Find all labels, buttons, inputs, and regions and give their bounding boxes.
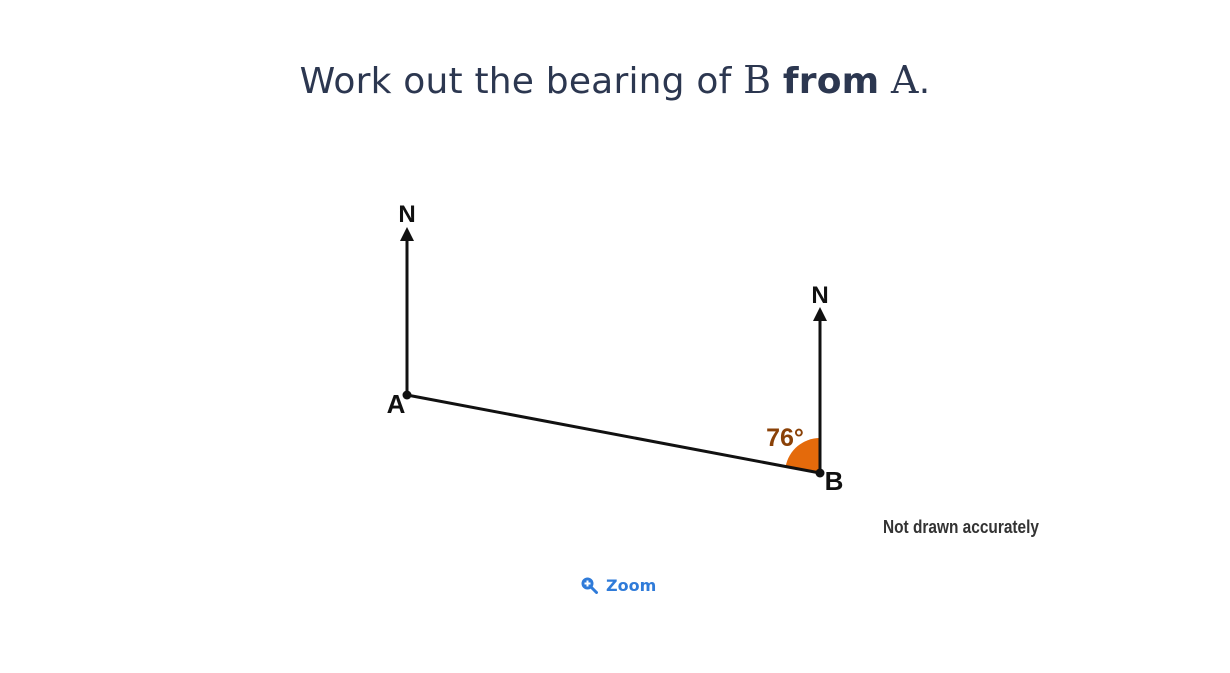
zoom-label: Zoom <box>606 575 657 595</box>
not-drawn-accurately-note: Not drawn accurately <box>883 517 1039 537</box>
north-label-b: N <box>811 282 828 309</box>
point-b-label: B <box>825 466 844 496</box>
point-b-dot <box>815 468 825 478</box>
point-a-label: A <box>387 389 406 419</box>
north-arrow-b-icon <box>813 307 827 321</box>
north-arrow-a-icon <box>400 227 414 241</box>
north-label-a: N <box>398 201 415 228</box>
zoom-button[interactable]: Zoom <box>580 573 656 597</box>
segment-ab <box>406 393 821 475</box>
zoom-in-magnifier-icon <box>580 576 598 594</box>
angle-label: 76° <box>766 424 804 452</box>
